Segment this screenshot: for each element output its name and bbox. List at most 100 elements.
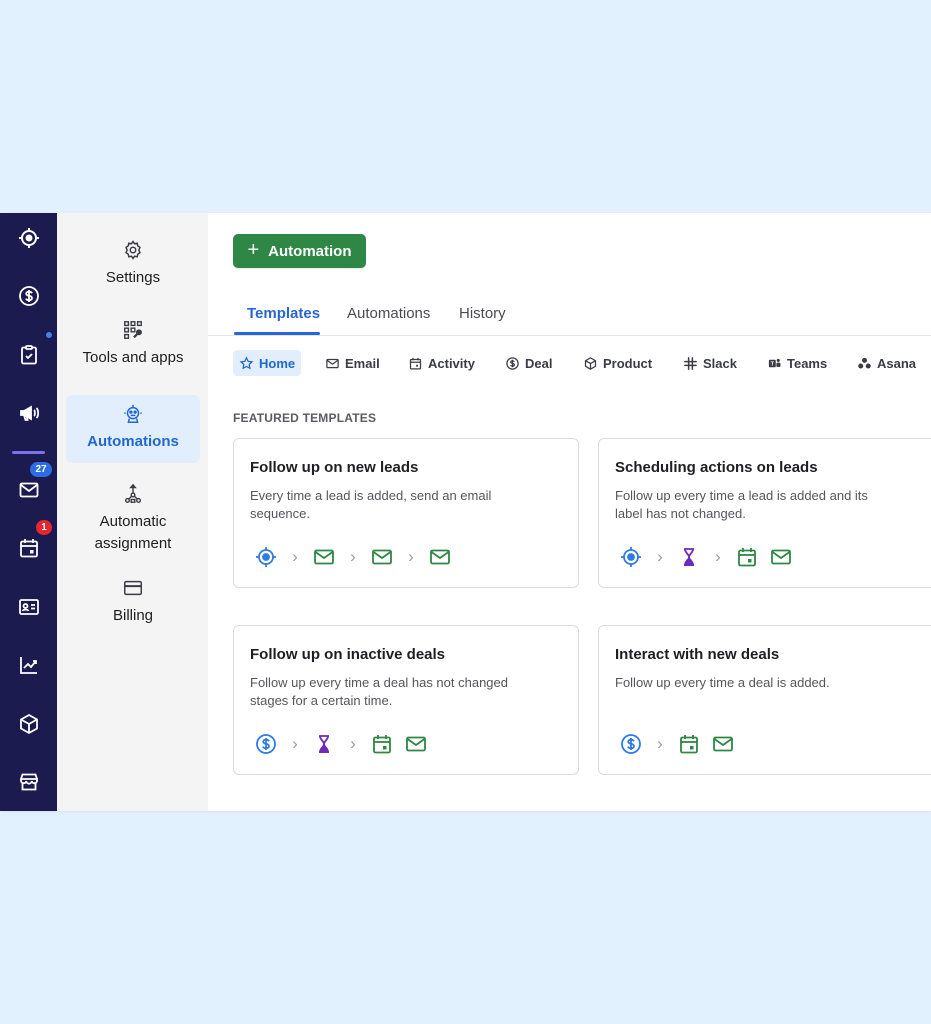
hourglass-icon <box>684 548 694 566</box>
teams-icon: T <box>768 358 781 367</box>
rail-deals[interactable] <box>0 276 57 316</box>
slack-icon <box>684 356 697 370</box>
sidebar-item-label: Settings <box>105 269 161 286</box>
sidebar-item-automatic-assignment[interactable]: Automatic assignment <box>66 483 200 559</box>
add-automation-label: Automation <box>268 242 352 260</box>
section-title: FEATURED TEMPLATES <box>233 411 377 425</box>
dollar-circle-icon <box>506 356 519 370</box>
template-card-follow-up-inactive-deals[interactable]: Follow up on inactive deals Follow up ev… <box>233 625 579 775</box>
rail-products[interactable] <box>0 704 57 744</box>
automation-robot-icon <box>124 404 142 423</box>
rail-mail[interactable] <box>0 470 57 510</box>
automation-flow: › <box>619 732 735 756</box>
chevron-right-icon: › <box>350 734 356 753</box>
mail-icon <box>326 358 339 368</box>
rail-campaigns[interactable] <box>0 393 57 433</box>
dollar-circle-icon <box>256 734 276 754</box>
rail-divider <box>12 451 45 454</box>
tab-bar: Templates Automations History <box>208 297 931 336</box>
mail-icon <box>771 549 791 565</box>
filter-label: Asana <box>877 355 917 371</box>
chevron-right-icon: › <box>292 734 298 753</box>
sidebar-item-label: Tools and apps <box>82 349 184 366</box>
rail-contacts[interactable] <box>0 587 57 627</box>
filter-product[interactable]: Product <box>577 350 658 376</box>
filter-label: Home <box>259 355 296 371</box>
filter-activity[interactable]: Activity <box>402 350 481 376</box>
rail-leads[interactable] <box>0 218 57 258</box>
rail-tasks[interactable] <box>0 335 57 375</box>
card-description: Follow up every time a deal has not chan… <box>250 675 508 708</box>
megaphone-icon <box>19 405 39 421</box>
card-description: Follow up every time a lead is added and… <box>615 488 868 521</box>
filter-asana[interactable]: Asana <box>851 350 922 376</box>
sidebar-item-automations[interactable]: Automations <box>66 395 200 463</box>
sidebar-item-label: Automations <box>87 433 179 450</box>
gear-icon <box>125 240 141 260</box>
calendar-icon <box>19 539 38 558</box>
filter-label: Email <box>345 355 380 371</box>
chevron-right-icon: › <box>408 547 414 566</box>
card-title: Scheduling actions on leads <box>615 459 818 476</box>
chevron-right-icon: › <box>292 547 298 566</box>
filter-teams[interactable]: T Teams <box>761 350 833 376</box>
target-icon <box>18 228 39 248</box>
card-description: Follow up every time a deal is added. <box>615 675 830 690</box>
sidebar-item-settings[interactable]: Settings <box>66 239 200 295</box>
mail-icon <box>314 549 334 565</box>
assignment-tree-icon <box>124 483 142 503</box>
plus-icon: + <box>247 239 260 261</box>
card-description: Every time a lead is added, send an emai… <box>250 488 492 521</box>
template-card-interact-with-new-deals[interactable]: Interact with new deals Follow up every … <box>598 625 931 775</box>
automation-flow: › › <box>619 545 793 569</box>
automation-flow: › › <box>254 732 428 756</box>
mail-icon <box>372 549 392 565</box>
mail-icon <box>406 736 426 752</box>
chart-trend-icon <box>19 657 37 674</box>
filter-slack[interactable]: Slack <box>677 350 743 376</box>
tab-templates[interactable]: Templates <box>247 305 320 322</box>
chevron-right-icon: › <box>657 547 663 566</box>
asana-icon <box>858 357 871 368</box>
sidebar-item-tools-and-apps[interactable]: Tools and apps <box>66 319 200 375</box>
filter-label: Deal <box>525 355 553 371</box>
filter-email[interactable]: Email <box>319 350 386 376</box>
card-title: Follow up on new leads <box>250 459 419 476</box>
category-filter-bar: Home Email Activity Deal Product Slack T… <box>233 350 931 376</box>
dollar-circle-icon <box>18 286 39 306</box>
active-tab-indicator <box>234 332 320 335</box>
sidebar-item-billing[interactable]: Billing <box>66 577 200 633</box>
tab-automations[interactable]: Automations <box>347 305 430 322</box>
card-title: Follow up on inactive deals <box>250 646 446 663</box>
star-icon <box>239 355 254 369</box>
main-content: + Automation Templates Automations Histo… <box>208 213 931 811</box>
mail-icon <box>430 549 450 565</box>
chevron-right-icon: › <box>657 734 663 753</box>
dollar-circle-icon <box>621 734 641 754</box>
rail-notification-dot <box>46 332 52 338</box>
template-card-follow-up-new-leads[interactable]: Follow up on new leads Every time a lead… <box>233 438 579 588</box>
box-icon <box>19 713 38 735</box>
app-window: 27 1 Settings Tools and apps Automations… <box>0 213 931 811</box>
chevron-right-icon: › <box>715 547 721 566</box>
target-icon <box>256 547 276 567</box>
calendar-icon <box>680 735 698 754</box>
activities-count-badge: 1 <box>36 520 52 535</box>
rail-activities[interactable] <box>0 528 57 568</box>
rail-insights[interactable] <box>0 645 57 685</box>
mail-icon <box>19 482 38 498</box>
tools-grid-icon <box>124 321 142 339</box>
sidebar-item-label: Automatic assignment <box>94 513 172 552</box>
filter-deal[interactable]: Deal <box>499 350 558 376</box>
filter-label: Slack <box>703 355 737 371</box>
template-card-scheduling-actions-on-leads[interactable]: Scheduling actions on leads Follow up ev… <box>598 438 931 588</box>
rail-marketplace[interactable] <box>0 762 57 802</box>
add-automation-button[interactable]: + Automation <box>233 234 366 268</box>
settings-sidebar: Settings Tools and apps Automations Auto… <box>57 213 208 811</box>
contact-card-icon <box>18 599 39 615</box>
filter-label: Activity <box>428 355 475 371</box>
calendar-icon <box>373 735 391 754</box>
chevron-right-icon: › <box>350 547 356 566</box>
tab-history[interactable]: History <box>459 305 506 322</box>
filter-home[interactable]: Home <box>233 350 302 376</box>
